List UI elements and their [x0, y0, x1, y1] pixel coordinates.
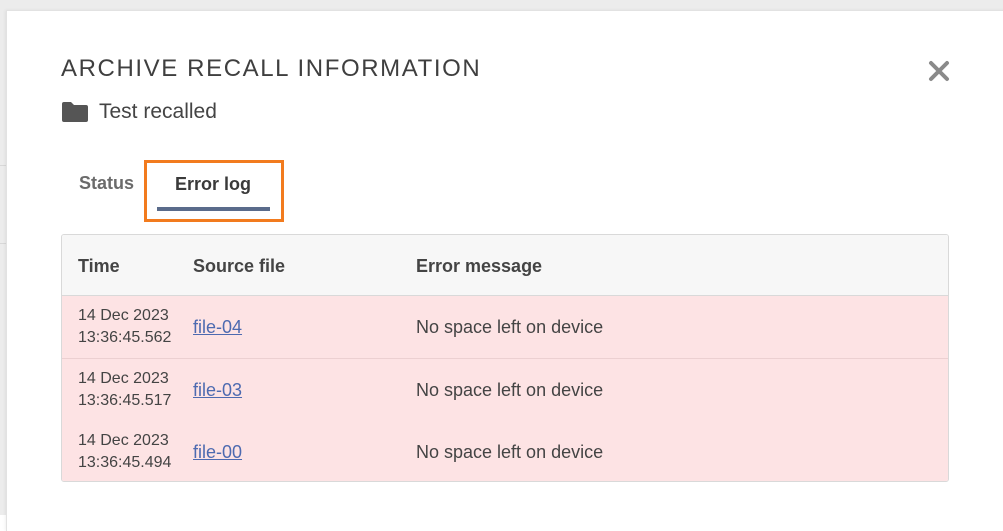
source-file-link[interactable]: file-00: [193, 440, 242, 464]
folder-icon: [62, 102, 88, 122]
table-row: 14 Dec 2023 13:36:45.562 file-04 No spac…: [62, 296, 948, 359]
column-header-time: Time: [78, 256, 120, 276]
source-file-link[interactable]: file-03: [193, 378, 242, 402]
tab-error-log-label: Error log: [175, 174, 252, 194]
tab-error-log[interactable]: Error log: [144, 160, 284, 222]
row-date: 14 Dec 2023: [78, 307, 169, 324]
row-date: 14 Dec 2023: [78, 370, 169, 387]
row-time: 13:36:45.517: [78, 392, 172, 409]
recall-name: Test recalled: [61, 99, 217, 125]
column-header-source-file: Source file: [193, 256, 286, 276]
error-message: No space left on device: [416, 442, 604, 462]
row-timestamp: 14 Dec 2023 13:36:45.517: [78, 368, 171, 412]
column-header-error-message: Error message: [416, 256, 543, 276]
table-row: 14 Dec 2023 13:36:45.517 file-03 No spac…: [62, 359, 948, 422]
row-time: 13:36:45.562: [78, 329, 172, 346]
error-message: No space left on device: [416, 317, 604, 337]
table-header: Time Source file Error message: [62, 235, 948, 296]
row-time: 13:36:45.494: [78, 454, 172, 471]
table-row: 14 Dec 2023 13:36:45.494 file-00 No spac…: [62, 421, 948, 481]
row-timestamp: 14 Dec 2023 13:36:45.562: [78, 305, 171, 349]
source-file-link[interactable]: file-04: [193, 315, 242, 339]
close-icon: [929, 61, 949, 81]
error-log-table: Time Source file Error message 14 Dec 20…: [61, 234, 949, 482]
active-tab-indicator: [157, 207, 270, 211]
tab-status[interactable]: Status: [79, 172, 134, 194]
recall-name-label: Test recalled: [99, 100, 217, 123]
close-button[interactable]: [925, 57, 953, 85]
archive-recall-modal: ARCHIVE RECALL INFORMATION Test recalled…: [6, 10, 1003, 531]
modal-title: ARCHIVE RECALL INFORMATION: [61, 55, 482, 82]
row-date: 14 Dec 2023: [78, 432, 169, 449]
row-timestamp: 14 Dec 2023 13:36:45.494: [78, 430, 171, 474]
error-message: No space left on device: [416, 380, 604, 400]
